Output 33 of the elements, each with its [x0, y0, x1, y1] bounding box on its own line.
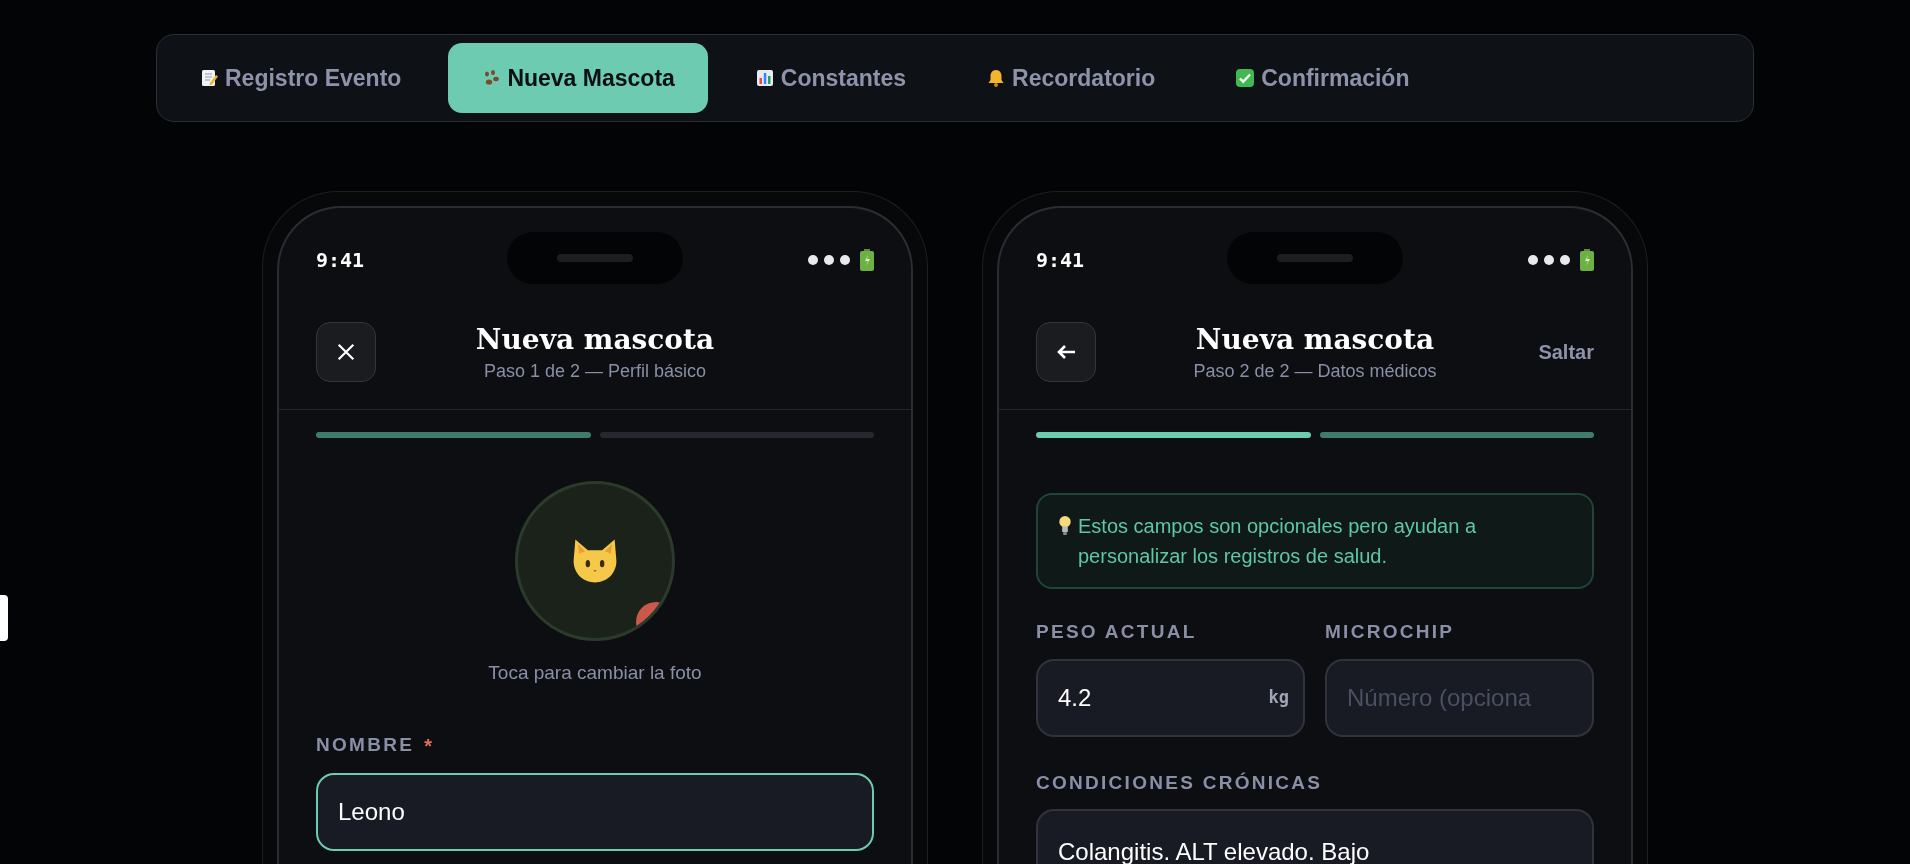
battery-icon	[860, 248, 874, 271]
field-label: MICROCHIP	[1325, 620, 1456, 644]
tab[interactable]: Constantes	[721, 43, 940, 113]
tab[interactable]: Recordatorio	[953, 43, 1189, 113]
field-label: PESO ACTUAL	[1036, 620, 1198, 644]
tab[interactable]: Confirmación	[1202, 43, 1443, 113]
close-button[interactable]	[316, 322, 376, 382]
hint-text: Estos campos son opcionales pero ayudan a personalizar los registros de salud.	[1078, 514, 1478, 569]
check-icon	[1235, 68, 1256, 88]
memo-icon	[199, 68, 219, 88]
status-time: 9:41	[1036, 246, 1085, 274]
tab[interactable]: Registro Evento	[166, 43, 435, 113]
screen-title: Nueva mascota	[1195, 322, 1435, 358]
lightbulb-icon	[1058, 515, 1072, 536]
close-icon	[335, 341, 357, 363]
input-field[interactable]: Número (opciona	[1325, 658, 1594, 737]
input-field[interactable]: Leono	[316, 772, 874, 851]
required-mark: *	[424, 733, 432, 759]
back-button[interactable]	[1036, 322, 1096, 382]
screen-subtitle: Paso 1 de 2 — Perfil básico	[483, 360, 707, 383]
tab[interactable]: Nueva Mascota	[448, 43, 708, 113]
bar-chart-icon	[754, 68, 775, 88]
screen-subtitle: Paso 2 de 2 — Datos médicos	[1193, 360, 1437, 383]
screen-title: Nueva mascota	[475, 322, 715, 358]
photo-caption: Toca para cambiar la foto	[488, 661, 702, 685]
signal-dots-icon	[808, 254, 850, 265]
skip-link[interactable]: Saltar	[1538, 337, 1594, 367]
signal-dots-icon	[1528, 254, 1570, 265]
field-label: CONDICIONES CRÓNICAS	[1036, 770, 1324, 795]
field-label: NOMBRE	[316, 733, 415, 758]
battery-icon	[1580, 248, 1594, 271]
unit-label: kg	[1268, 685, 1289, 709]
status-time: 9:41	[316, 246, 365, 274]
